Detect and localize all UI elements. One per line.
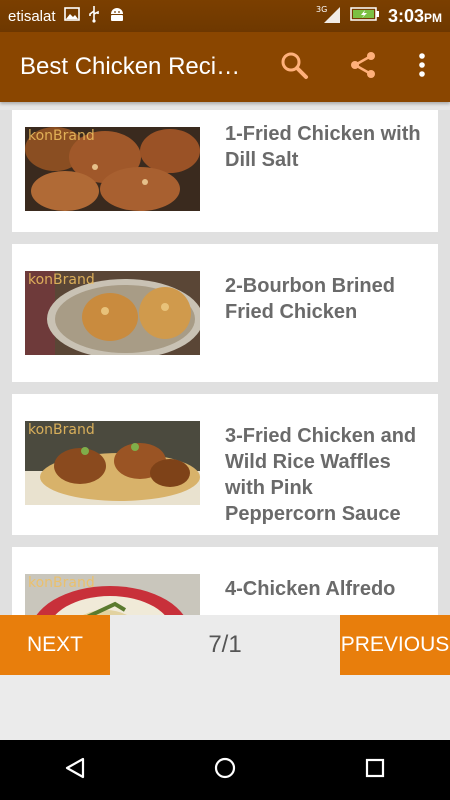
search-button[interactable] (270, 32, 318, 102)
recipe-list[interactable]: konBrand 1-Fried Chicken with Dill Salt … (0, 110, 450, 615)
watermark: konBrand (28, 128, 95, 144)
usb-icon (88, 5, 100, 28)
recipe-thumbnail: konBrand (25, 271, 200, 355)
recents-button[interactable] (345, 740, 405, 800)
share-button[interactable] (339, 32, 387, 102)
recipe-card-1[interactable]: konBrand 1-Fried Chicken with Dill Salt (12, 110, 438, 232)
clock: 3:03PM (388, 6, 442, 27)
overflow-menu-icon (418, 52, 426, 83)
back-icon (63, 756, 87, 785)
system-nav-bar (0, 740, 450, 800)
status-bar: etisalat 3G 3:03PM (0, 0, 450, 32)
back-button[interactable] (45, 740, 105, 800)
battery-charging-icon (350, 6, 380, 27)
clock-time: 3:03 (387, 5, 424, 26)
recipe-title: 1-Fried Chicken with Dill Salt (225, 123, 421, 171)
home-icon (213, 756, 237, 785)
android-icon (108, 5, 126, 28)
next-button[interactable]: NEXT (0, 615, 110, 675)
page-indicator: 7/1 (208, 631, 242, 658)
app-bar: Best Chicken Reci… (0, 32, 450, 102)
network-type: 3G (316, 5, 327, 14)
recipe-thumbnail: konBrand (25, 421, 200, 505)
image-icon (63, 6, 80, 26)
recipe-title: 3-Fried Chicken and Wild Rice Waffles wi… (225, 425, 417, 525)
watermark: konBrand (28, 575, 95, 591)
recipe-title: 2-Bourbon Brined Fried Chicken (225, 275, 395, 323)
overflow-menu-button[interactable] (398, 32, 446, 102)
home-button[interactable] (195, 740, 255, 800)
recipe-card-3[interactable]: konBrand 3-Fried Chicken and Wild Rice W… (12, 394, 438, 535)
recipe-thumbnail: konBrand (25, 574, 200, 615)
watermark: konBrand (28, 272, 95, 288)
recipe-card-2[interactable]: konBrand 2-Bourbon Brined Fried Chicken (12, 244, 438, 382)
share-icon (348, 50, 378, 85)
watermark: konBrand (28, 422, 95, 438)
recents-icon (364, 757, 386, 784)
app-title: Best Chicken Reci… (20, 53, 241, 80)
signal-icon: 3G (316, 4, 342, 29)
carrier-name: etisalat (8, 7, 56, 25)
recipe-card-4[interactable]: konBrand 4-Chicken Alfredo (12, 547, 438, 615)
clock-ampm: PM (424, 10, 442, 25)
recipe-thumbnail: konBrand (25, 127, 200, 211)
pager-bar: NEXT 7/1 PREVIOUS (0, 615, 450, 740)
search-icon (279, 50, 309, 85)
recipe-title: 4-Chicken Alfredo (225, 578, 396, 600)
previous-button[interactable]: PREVIOUS (340, 615, 450, 675)
